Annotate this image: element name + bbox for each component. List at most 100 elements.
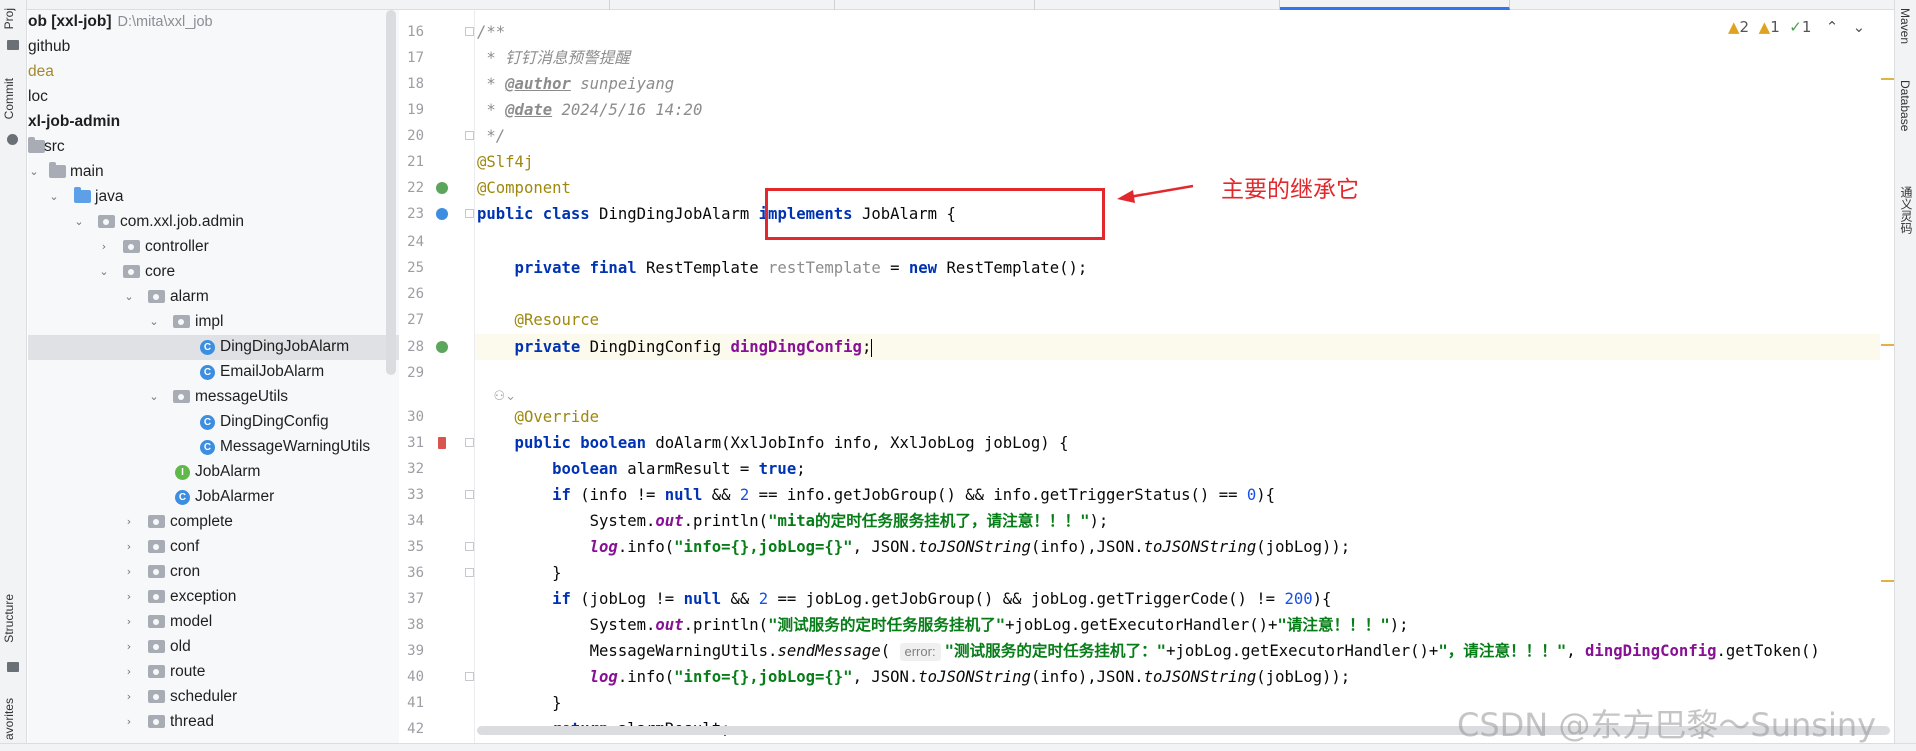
tree-item-dingdingjobalarm[interactable]: C DingDingJobAlarm xyxy=(28,335,399,360)
tree-item-label: conf xyxy=(170,538,200,555)
code-line: @Resource xyxy=(477,311,600,329)
chevron-right-icon[interactable]: › xyxy=(98,241,110,253)
chevron-right-icon[interactable]: › xyxy=(123,666,135,678)
editor-tab[interactable] xyxy=(340,0,610,10)
project-tool-button[interactable]: Proj xyxy=(2,8,16,29)
tree-item-label: core xyxy=(145,263,176,280)
tree-scrollbar[interactable] xyxy=(386,10,396,375)
tree-item-conf[interactable]: › conf xyxy=(28,535,399,560)
line-number: 33 xyxy=(407,487,424,503)
tree-item-messagewarningutils[interactable]: C MessageWarningUtils xyxy=(28,435,399,460)
tree-item-messageutils[interactable]: ⌄ messageUtils xyxy=(28,385,399,410)
line-number: 27 xyxy=(407,312,424,328)
chevron-right-icon[interactable]: › xyxy=(123,516,135,528)
code-line: public boolean doAlarm(XxlJobInfo info, … xyxy=(477,434,1069,452)
database-tool-button[interactable]: Database xyxy=(1898,80,1912,131)
chevron-down-icon[interactable]: ⌄ xyxy=(148,391,160,403)
implementation-icon[interactable] xyxy=(436,208,448,220)
typo-check-icon: ✓ xyxy=(1789,18,1802,36)
code-line: log.info("info={},jobLog={}", JSON.toJSO… xyxy=(477,538,1351,556)
tree-item-jobalarmer[interactable]: C JobAlarmer xyxy=(28,485,399,510)
tree-item-scheduler[interactable]: › scheduler xyxy=(28,685,399,710)
tree-item-cron[interactable]: › cron xyxy=(28,560,399,585)
fold-icon[interactable] xyxy=(465,672,474,681)
tree-item-exception[interactable]: › exception xyxy=(28,585,399,610)
warning-stripe-mark[interactable] xyxy=(1881,78,1894,80)
chevron-right-icon[interactable]: › xyxy=(123,591,135,603)
tree-item-label: github xyxy=(28,38,71,55)
error-stripe[interactable] xyxy=(1880,10,1894,751)
next-highlight-icon[interactable]: ⌄ xyxy=(1853,18,1866,36)
fold-icon[interactable] xyxy=(465,438,474,447)
tree-item-github[interactable]: github xyxy=(28,35,399,60)
previous-highlight-icon[interactable]: ⌃ xyxy=(1826,18,1839,36)
spring-bean-icon[interactable] xyxy=(436,182,448,194)
tree-item-emailjobalarm[interactable]: C EmailJobAlarm xyxy=(28,360,399,385)
editor-tab[interactable] xyxy=(610,0,835,10)
warning-stripe-mark[interactable] xyxy=(1881,344,1894,346)
chevron-down-icon[interactable]: ⌄ xyxy=(148,316,160,328)
tree-item-core[interactable]: ⌄ core xyxy=(28,260,399,285)
editor-tab-active[interactable] xyxy=(1280,0,1510,10)
spring-bean-icon[interactable] xyxy=(436,341,448,353)
package-icon xyxy=(123,240,140,253)
weak-warning-count: 1 xyxy=(1770,18,1780,36)
structure-tool-button[interactable]: Structure xyxy=(2,594,16,643)
fold-icon[interactable] xyxy=(465,209,474,218)
tree-item-java[interactable]: ⌄ java xyxy=(28,185,399,210)
tree-item-complete[interactable]: › complete xyxy=(28,510,399,535)
tree-item-doc[interactable]: loc xyxy=(28,85,399,110)
fold-icon[interactable] xyxy=(465,131,474,140)
tree-item-label: messageUtils xyxy=(195,388,289,405)
chevron-right-icon[interactable]: › xyxy=(123,716,135,728)
chevron-right-icon[interactable]: › xyxy=(123,691,135,703)
fold-icon[interactable] xyxy=(465,490,474,499)
tree-item-old[interactable]: › old xyxy=(28,635,399,660)
tree-item-package-root[interactable]: ⌄ com.xxl.job.admin xyxy=(28,210,399,235)
chevron-right-icon[interactable]: › xyxy=(123,566,135,578)
code-editor[interactable]: 16 17 18 19 20 21 22 23 24 25 26 27 28 2… xyxy=(400,10,1894,751)
tree-item-thread[interactable]: › thread xyxy=(28,710,399,735)
tree-item-jobalarm[interactable]: I JobAlarm xyxy=(28,460,399,485)
tree-item-impl[interactable]: ⌄ impl xyxy=(28,310,399,335)
chevron-right-icon[interactable]: › xyxy=(123,541,135,553)
chevron-down-icon[interactable]: ⌄ xyxy=(48,191,60,203)
warning-stripe-mark[interactable] xyxy=(1881,580,1894,582)
tree-item-controller[interactable]: › controller xyxy=(28,235,399,260)
chevron-down-icon[interactable]: ⌄ xyxy=(28,166,40,178)
commit-tool-button[interactable]: Commit xyxy=(2,78,16,119)
editor-tab[interactable] xyxy=(835,0,1035,10)
project-tree: ob [xxl-job] D:\mita\xxl_job github dea l… xyxy=(28,10,399,751)
tree-item-route[interactable]: › route xyxy=(28,660,399,685)
tree-item-alarm[interactable]: ⌄ alarm xyxy=(28,285,399,310)
maven-tool-button[interactable]: Maven xyxy=(1898,8,1912,44)
tree-item-main[interactable]: ⌄ main xyxy=(28,160,399,185)
chevron-down-icon[interactable]: ⌄ xyxy=(98,266,110,278)
tree-item-xxl-job-admin[interactable]: xl-job-admin xyxy=(28,110,399,135)
favorites-tool-button[interactable]: avorites xyxy=(2,698,16,740)
fold-icon[interactable] xyxy=(465,568,474,577)
chevron-down-icon[interactable]: ⌄ xyxy=(123,291,135,303)
chevron-right-icon[interactable]: › xyxy=(123,616,135,628)
commit-icon xyxy=(7,134,18,145)
chevron-down-icon[interactable]: ⌄ xyxy=(73,216,85,228)
line-number: 17 xyxy=(407,50,424,66)
tree-item-label: ob [xxl-job] xyxy=(28,13,112,30)
parameter-hint: error: xyxy=(899,643,941,661)
tree-item-label: cron xyxy=(170,563,201,580)
chevron-right-icon[interactable]: › xyxy=(123,641,135,653)
tree-item-model[interactable]: › model xyxy=(28,610,399,635)
editor-tab[interactable] xyxy=(1035,0,1280,10)
left-tool-strip: Proj Commit Structure avorites xyxy=(0,0,27,751)
tree-item-idea[interactable]: dea xyxy=(28,60,399,85)
fold-icon[interactable] xyxy=(465,27,474,36)
plugin-tool-button[interactable]: 通义灵码 xyxy=(1898,186,1915,234)
tree-item-src[interactable]: src xyxy=(28,135,399,160)
fold-icon[interactable] xyxy=(465,542,474,551)
tree-item-dingdingconfig[interactable]: C DingDingConfig xyxy=(28,410,399,435)
code-vision-icon[interactable]: ⚇⌄ xyxy=(477,389,517,404)
override-icon[interactable] xyxy=(438,437,446,449)
interface-icon: I xyxy=(175,465,190,480)
tree-item-root[interactable]: ob [xxl-job] D:\mita\xxl_job xyxy=(28,10,399,35)
inspections-widget[interactable]: ▲2 ▲1 ✓1 ⌃ ⌄ xyxy=(1728,18,1865,40)
